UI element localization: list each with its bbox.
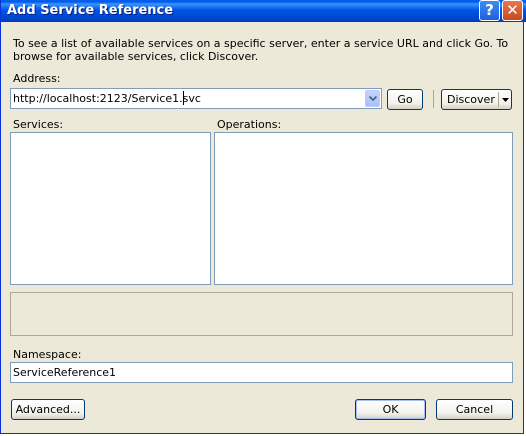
dropdown-arrow-icon[interactable] (502, 98, 509, 102)
toolbar-separator (433, 90, 434, 108)
add-service-reference-dialog: Add Service Reference ? ✕ To see a list … (0, 0, 526, 434)
discover-button-label: Discover (447, 93, 495, 106)
title-bar[interactable]: Add Service Reference ? ✕ (1, 0, 526, 22)
help-icon[interactable]: ? (479, 0, 500, 21)
ok-button[interactable]: OK (355, 399, 426, 420)
dialog-title: Add Service Reference (7, 3, 174, 18)
status-message-panel (10, 292, 513, 336)
address-label: Address: (13, 72, 61, 85)
go-button[interactable]: Go (387, 89, 423, 110)
address-input[interactable]: http://localhost:2123/Service1.svc (13, 92, 201, 105)
namespace-field[interactable]: ServiceReference1 (10, 362, 513, 383)
intro-text: To see a list of available services on a… (13, 37, 509, 63)
namespace-label: Namespace: (13, 348, 82, 361)
chevron-down-icon (369, 96, 377, 102)
close-icon[interactable]: ✕ (502, 0, 523, 21)
services-tree[interactable] (10, 132, 211, 285)
address-combobox[interactable]: http://localhost:2123/Service1.svc (10, 88, 382, 109)
operations-list[interactable] (214, 132, 513, 285)
split-divider (498, 92, 499, 107)
text-cursor (183, 91, 184, 105)
services-label: Services: (13, 118, 64, 131)
discover-split-button[interactable]: Discover (441, 89, 512, 110)
operations-label: Operations: (217, 118, 282, 131)
cancel-button[interactable]: Cancel (436, 399, 513, 420)
address-dropdown-button[interactable] (365, 90, 380, 107)
namespace-value[interactable]: ServiceReference1 (13, 366, 116, 379)
advanced-button[interactable]: Advanced... (11, 399, 85, 420)
